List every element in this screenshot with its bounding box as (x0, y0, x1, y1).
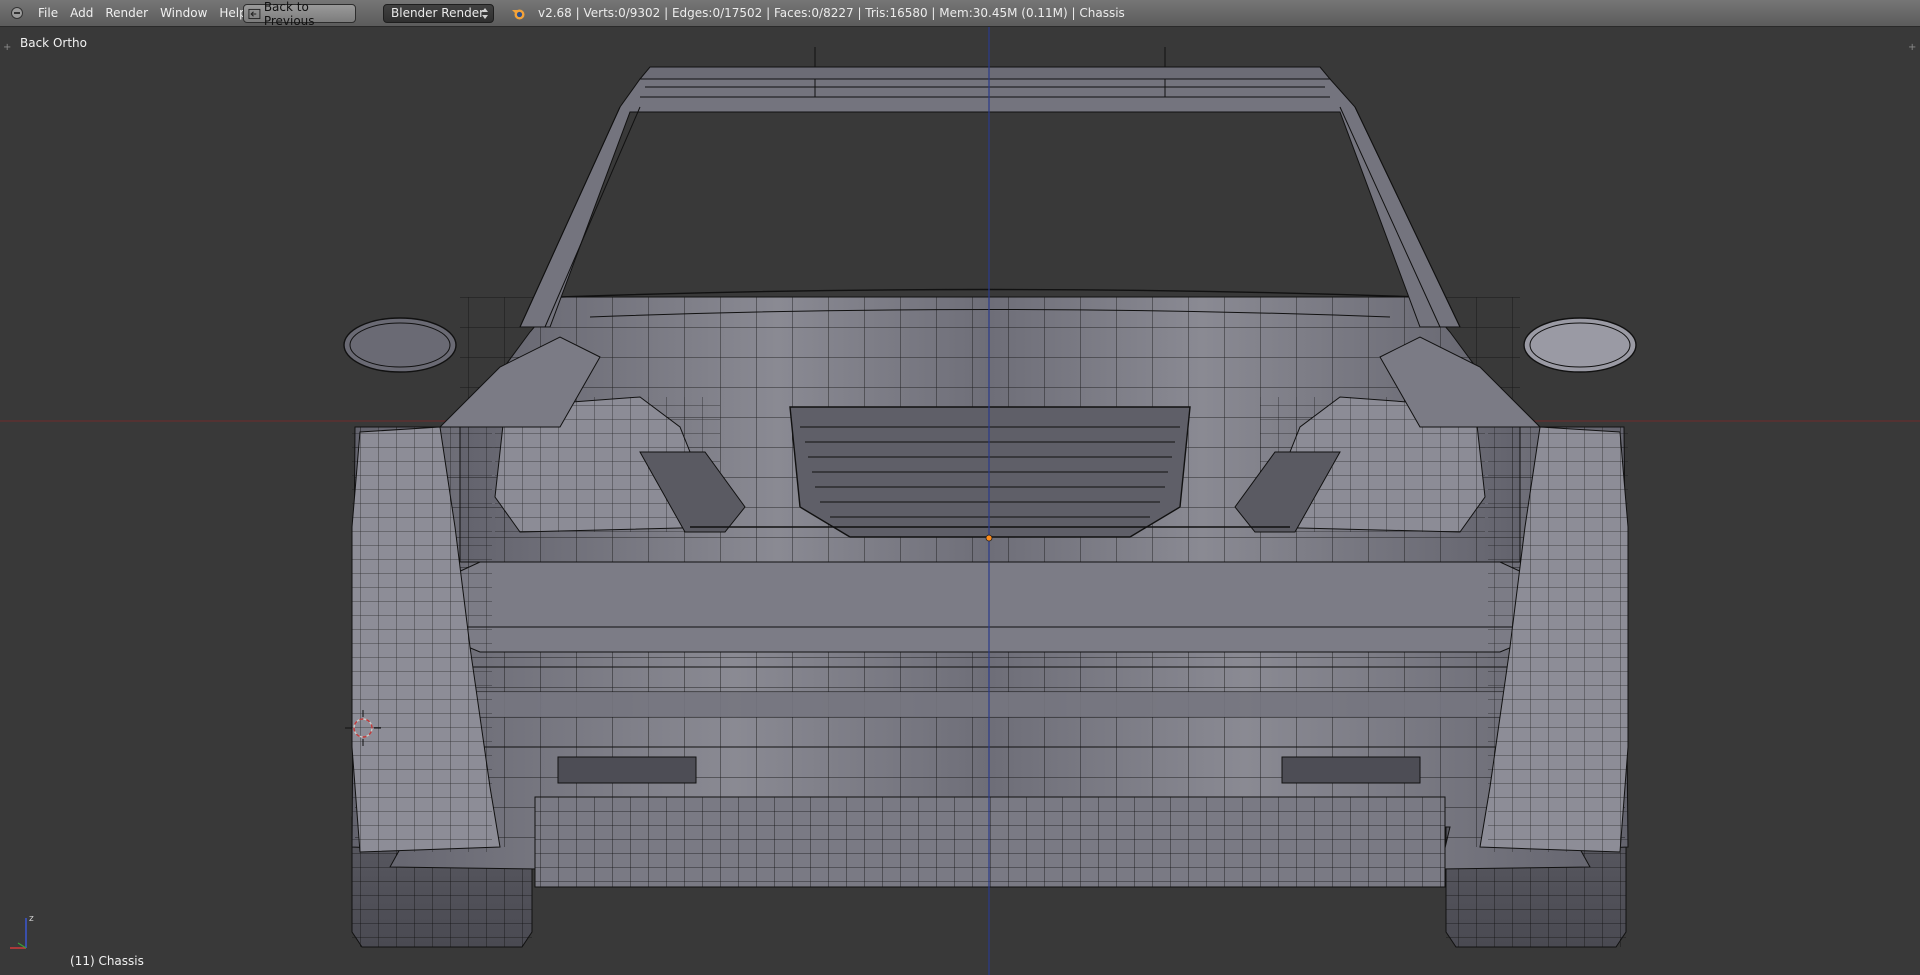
front-bumper (414, 561, 1566, 653)
active-object-label: (11) Chassis (70, 954, 144, 968)
roof-top (638, 66, 1332, 80)
menu-render[interactable]: Render (99, 0, 154, 27)
gizmo-z-label: z (29, 914, 34, 924)
back-arrow-icon (248, 8, 261, 19)
menu-file[interactable]: File (32, 0, 64, 27)
car-mesh-wireframe[interactable] (0, 27, 1920, 975)
right-mirror (1523, 317, 1637, 373)
main-menu: File Add Render Window Help (32, 0, 253, 27)
menu-add[interactable]: Add (64, 0, 99, 27)
object-origin (985, 534, 993, 542)
area-split-handle-right[interactable]: + (1908, 43, 1917, 53)
3d-viewport[interactable]: Back Ortho (11) Chassis z + + (0, 27, 1920, 975)
render-engine-select[interactable]: Blender Render (383, 4, 494, 23)
info-header: File Add Render Window Help Back to Prev… (0, 0, 1920, 28)
area-split-handle-left[interactable]: + (3, 43, 12, 53)
info-editor-icon[interactable] (10, 6, 24, 20)
back-to-previous-button[interactable]: Back to Previous (243, 0, 356, 28)
left-mirror (343, 317, 457, 373)
back-button-label: Back to Previous (263, 0, 315, 28)
blender-logo-icon (512, 9, 525, 20)
up-down-arrows-icon (482, 8, 488, 19)
menu-window[interactable]: Window (154, 0, 213, 27)
scene-statistics: v2.68 | Verts:0/9302 | Edges:0/17502 | F… (538, 6, 1125, 20)
view-name-label: Back Ortho (20, 36, 87, 50)
axis-gizmo-icon (10, 918, 27, 949)
render-engine-value: Blender Render (391, 6, 485, 20)
